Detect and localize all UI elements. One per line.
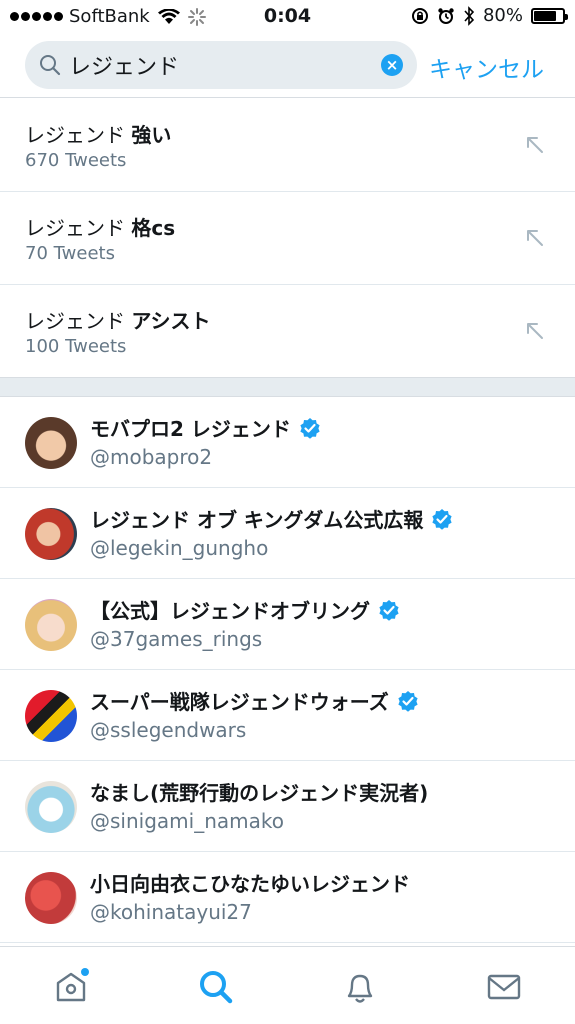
suggestion-tweet-count: 70 Tweets [25,243,115,264]
user-handle: @legekin_gungho [90,536,269,560]
clear-search-button[interactable]: × [381,54,403,76]
tab-search[interactable] [196,967,236,1007]
user-display-name: なまし(荒野行動のレジェンド実況者) [90,781,429,805]
suggestion-query: レジェンド 格cs [25,212,175,241]
tab-messages[interactable] [484,967,524,1007]
cancel-button[interactable]: キャンセル [429,50,544,84]
mail-icon [487,974,521,1000]
orientation-lock-icon [411,7,428,24]
avatar[interactable] [25,417,77,469]
suggestion-prefix: レジェンド [25,123,125,147]
avatar[interactable] [25,781,77,833]
avatar[interactable] [25,599,77,651]
tab-notifications[interactable] [340,967,380,1007]
search-header: × キャンセル [0,32,575,98]
battery-level [534,10,557,21]
user-display-name: レジェンド オブ キングダム公式広報 [90,508,424,532]
tab-home[interactable] [51,967,91,1007]
user-display-name: 【公式】レジェンドオブリング [90,599,370,623]
close-icon: × [385,56,399,74]
user-name-row: なまし(荒野行動のレジェンド実況者) [90,777,428,806]
user-result[interactable]: レジェンド オブ キングダム公式広報 @legekin_gungho [0,488,575,579]
battery-icon [531,7,568,24]
user-handle: @kohinatayui27 [90,900,252,924]
suggestion-query: レジェンド アシスト [25,305,211,334]
user-name-row: スーパー戦隊レジェンドウォーズ [90,686,419,715]
search-icon [40,55,61,76]
home-icon [56,968,89,1002]
fill-query-arrow-icon[interactable] [525,321,545,341]
search-suggestion[interactable]: レジェンド アシスト 100 Tweets [0,285,575,378]
user-name-row: レジェンド オブ キングダム公式広報 [90,504,453,533]
status-bar: SoftBank 0:04 80% [0,0,575,32]
bell-icon [347,974,373,1003]
search-suggestion[interactable]: レジェンド 強い 670 Tweets [0,99,575,192]
suggestion-suffix: 強い [131,123,172,147]
verified-badge-icon [398,690,418,712]
user-result[interactable]: 【公式】レジェンドオブリング @37games_rings [0,579,575,670]
tab-bar [0,946,575,1024]
user-handle: @37games_rings [90,627,263,651]
suggestion-tweet-count: 100 Tweets [25,336,127,357]
user-result[interactable]: モバプロ2 レジェンド @mobapro2 [0,397,575,488]
suggestion-query: レジェンド 強い [25,119,171,148]
verified-badge-icon [379,599,399,621]
user-handle: @mobapro2 [90,445,213,469]
user-name-row: 小日向由衣こひなたゆいレジェンド [90,868,410,897]
battery-percent: 80% [482,5,523,26]
user-display-name: 小日向由衣こひなたゆいレジェンド [90,872,410,896]
user-name-row: 【公式】レジェンドオブリング [90,595,400,624]
avatar[interactable] [25,690,77,742]
user-result[interactable]: スーパー戦隊レジェンドウォーズ @sslegendwars [0,670,575,761]
user-result[interactable]: なまし(荒野行動のレジェンド実況者) @sinigami_namako [0,761,575,852]
alarm-icon [438,7,454,24]
section-divider [0,377,575,397]
suggestion-suffix: 格cs [131,216,176,240]
user-name-row: モバプロ2 レジェンド [90,413,321,442]
suggestion-prefix: レジェンド [25,309,125,333]
user-result[interactable]: 小日向由衣こひなたゆいレジェンド @kohinatayui27 [0,852,575,943]
bluetooth-icon [464,5,475,26]
verified-badge-icon [432,508,452,530]
user-handle: @sslegendwars [90,718,247,742]
verified-badge-icon [300,417,320,439]
search-suggestion[interactable]: レジェンド 格cs 70 Tweets [0,192,575,285]
suggestion-tweet-count: 670 Tweets [25,150,127,171]
avatar[interactable] [25,872,77,924]
search-box[interactable]: × [25,41,417,89]
fill-query-arrow-icon[interactable] [525,228,545,248]
suggestion-suffix: アシスト [131,309,211,333]
user-display-name: スーパー戦隊レジェンドウォーズ [90,690,389,714]
suggestion-prefix: レジェンド [25,216,125,240]
user-handle: @sinigami_namako [90,809,284,833]
avatar[interactable] [25,508,77,560]
search-icon [200,971,233,1004]
status-right: 80% [411,5,568,26]
fill-query-arrow-icon[interactable] [525,135,545,155]
user-display-name: モバプロ2 レジェンド [90,417,291,441]
search-input[interactable] [69,41,359,89]
